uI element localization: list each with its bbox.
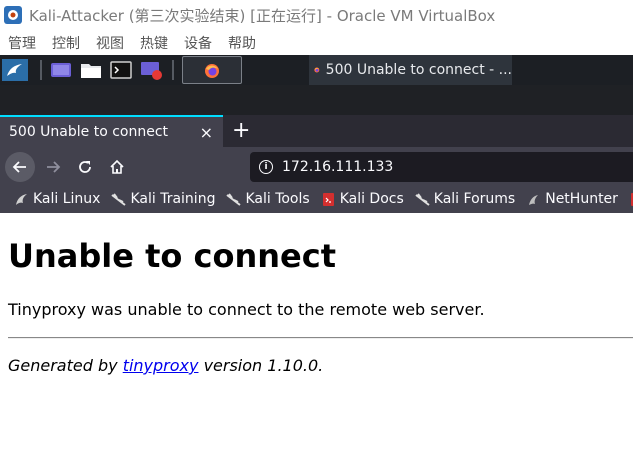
vbox-menubar: 管理 控制 视图 热键 设备 帮助 [0,30,633,55]
tab-title: 500 Unable to connect [9,124,169,140]
close-icon[interactable]: × [200,123,213,142]
generated-by-footer: Generated by tinyproxy version 1.10.0. [8,356,323,375]
forward-button[interactable] [38,152,68,182]
bookmark-kali-docs[interactable]: Kali Docs [321,191,404,207]
file-manager-icon[interactable] [80,59,102,81]
kali-dragon-icon [226,192,242,206]
reload-icon [79,161,91,173]
kali-docs-icon [630,192,633,206]
taskbar-window-title: 500 Unable to connect - ... [325,62,512,78]
menu-control[interactable]: 控制 [52,33,80,53]
error-heading: Unable to connect [8,237,336,275]
bookmark-nethunter[interactable]: NetHunter [526,191,618,207]
bookmark-overflow[interactable] [629,192,633,207]
browser-tabbar: 500 Unable to connect × + [0,115,633,147]
menu-help[interactable]: 帮助 [228,33,256,53]
taskbar-active-window[interactable]: 500 Unable to connect - ... [309,55,512,85]
tinyproxy-link[interactable]: tinyproxy [123,356,199,375]
divider [8,337,633,339]
bookmark-kali-tools[interactable]: Kali Tools [226,191,310,207]
kali-menu-icon[interactable] [2,59,28,81]
vbox-titlebar: Kali-Attacker (第三次实验结束) [正在运行] - Oracle … [0,0,633,30]
panel-separator [172,60,174,80]
terminal-icon[interactable] [110,59,132,81]
page-content: Unable to connect Tinyproxy was unable t… [0,213,633,449]
back-button[interactable] [5,152,35,182]
new-tab-button[interactable]: + [232,118,250,143]
bookmark-kali-training[interactable]: Kali Training [111,191,215,207]
site-info-icon[interactable]: i [259,160,273,174]
firefox-icon [205,64,219,78]
menu-devices[interactable]: 设备 [184,33,212,53]
url-bar[interactable]: i 172.16.111.133 [250,152,633,182]
window-title: Kali-Attacker (第三次实验结束) [正在运行] - Oracle … [29,6,496,25]
taskbar-firefox-button[interactable] [182,56,242,84]
menu-view[interactable]: 视图 [96,33,124,53]
home-button[interactable] [102,152,132,182]
workspace-icon[interactable] [50,59,72,81]
window-titlebar-strip [0,85,633,115]
kali-app-icon [3,5,23,25]
footer-prefix: Generated by [8,356,118,375]
bookmarks-toolbar: Kali Linux Kali Training Kali Tools Kali… [0,185,633,213]
reload-button[interactable] [70,152,100,182]
kali-top-panel: 500 Unable to connect - ... [0,55,633,85]
firefox-icon [314,67,320,73]
arrow-left-icon [12,161,26,173]
kali-dragon-icon [415,192,430,206]
screen-recorder-icon[interactable] [140,59,164,81]
kali-dragon-icon [16,193,27,205]
url-text[interactable]: 172.16.111.133 [282,159,393,175]
tab-active[interactable]: 500 Unable to connect × [0,115,223,147]
browser-navbar: i 172.16.111.133 [0,147,633,185]
bookmark-kali-linux[interactable]: Kali Linux [14,191,100,207]
error-message: Tinyproxy was unable to connect to the r… [8,300,485,319]
home-icon [110,159,124,174]
footer-suffix: version 1.10.0. [203,356,324,375]
panel-separator [40,60,42,80]
kali-docs-icon [322,192,334,206]
arrow-right-icon [47,161,61,173]
nethunter-icon [529,194,539,205]
bookmark-kali-forums[interactable]: Kali Forums [415,191,515,207]
kali-dragon-icon [111,192,127,206]
menu-manage[interactable]: 管理 [8,33,36,53]
menu-hotkey[interactable]: 热键 [140,33,168,53]
